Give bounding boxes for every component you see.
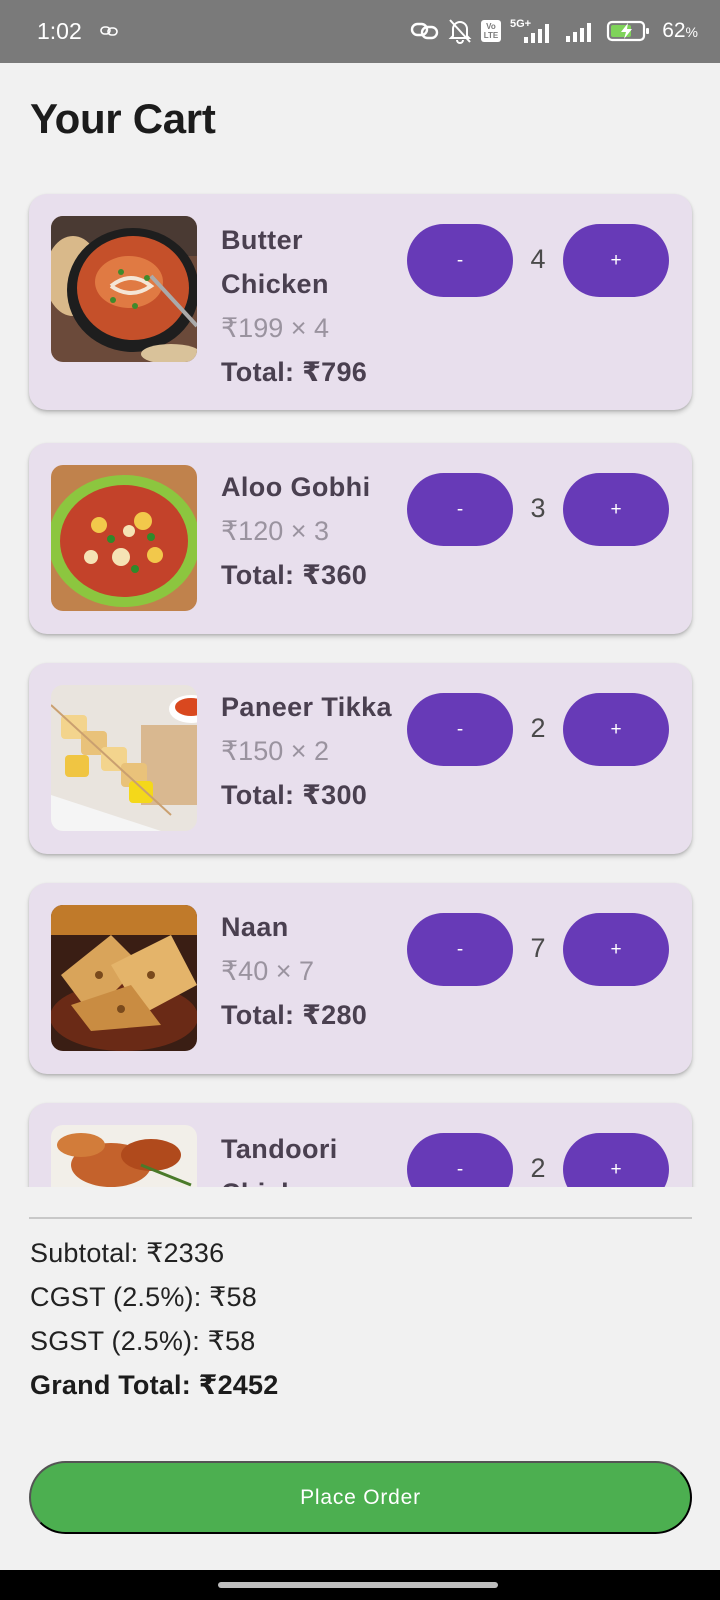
item-total: Total: ₹280 bbox=[221, 1000, 368, 1030]
item-total: Total: ₹360 bbox=[221, 560, 368, 590]
naan-image bbox=[51, 905, 197, 1051]
item-unit-price: ₹199 × 4 bbox=[221, 313, 330, 343]
subtotal-text: Subtotal: ₹2336 bbox=[30, 1238, 225, 1268]
cart-item: Butter Chicken ₹199 × 4 Total: ₹796 - 4 + bbox=[29, 194, 692, 410]
item-info: TandooriChicken bbox=[221, 1127, 411, 1187]
tandoori-chicken-image bbox=[51, 1125, 197, 1187]
sgst-text: SGST (2.5%): ₹58 bbox=[30, 1326, 256, 1356]
svg-text:LTE: LTE bbox=[484, 31, 499, 40]
cart-item: Aloo Gobhi ₹120 × 3 Total: ₹360 - 3 + bbox=[29, 443, 692, 634]
quantity-value: 7 bbox=[530, 933, 546, 963]
increase-quantity-button[interactable]: + bbox=[563, 224, 669, 297]
place-order-button[interactable]: Place Order bbox=[29, 1461, 692, 1534]
quantity-value: 2 bbox=[530, 713, 546, 743]
volte-icon: Vo LTE bbox=[481, 20, 502, 42]
cgst-text: CGST (2.5%): ₹58 bbox=[30, 1282, 257, 1312]
item-unit-price: ₹120 × 3 bbox=[221, 516, 330, 546]
decrease-quantity-button[interactable]: - bbox=[407, 913, 513, 986]
svg-text:Vo: Vo bbox=[486, 22, 496, 31]
decrease-quantity-button[interactable]: - bbox=[407, 224, 513, 297]
item-info: Naan ₹40 × 7 Total: ₹280 bbox=[221, 905, 411, 1037]
decrease-quantity-button[interactable]: - bbox=[407, 1133, 513, 1187]
paneer-tikka-image bbox=[51, 685, 197, 831]
item-info: Paneer Tikka ₹150 × 2 Total: ₹300 bbox=[221, 685, 411, 817]
increase-quantity-button[interactable]: + bbox=[563, 913, 669, 986]
status-icons: Vo LTE 5G+ 62% bbox=[410, 16, 698, 46]
butter-chicken-image bbox=[51, 216, 197, 362]
link-icon bbox=[100, 26, 118, 36]
decrease-quantity-button[interactable]: - bbox=[407, 473, 513, 546]
item-info: Butter Chicken ₹199 × 4 Total: ₹796 bbox=[221, 218, 411, 394]
item-unit-price: ₹150 × 2 bbox=[221, 736, 330, 766]
quantity-value: 2 bbox=[530, 1153, 546, 1183]
navigation-bar bbox=[0, 1570, 720, 1600]
aloo-gobhi-image bbox=[51, 465, 197, 611]
hotspot-link-icon bbox=[410, 22, 439, 40]
svg-text:5G+: 5G+ bbox=[510, 18, 531, 30]
item-name: Aloo Gobhi bbox=[221, 472, 371, 502]
cart-item: TandooriChicken - 2 + bbox=[29, 1103, 692, 1187]
decrease-quantity-button[interactable]: - bbox=[407, 693, 513, 766]
quantity-value: 4 bbox=[530, 244, 546, 274]
item-unit-price: ₹40 × 7 bbox=[221, 956, 314, 986]
item-name: Butter Chicken bbox=[221, 225, 329, 299]
cart-list[interactable]: Butter Chicken ₹199 × 4 Total: ₹796 - 4 +… bbox=[0, 170, 720, 1187]
item-total: Total: ₹796 bbox=[221, 357, 368, 387]
increase-quantity-button[interactable]: + bbox=[563, 1133, 669, 1187]
signal-5g-icon: 5G+ bbox=[510, 18, 550, 43]
summary-divider bbox=[29, 1217, 692, 1219]
item-name: Paneer Tikka bbox=[221, 692, 392, 722]
item-info: Aloo Gobhi ₹120 × 3 Total: ₹360 bbox=[221, 465, 411, 597]
quantity-value: 3 bbox=[530, 493, 546, 523]
page-title: Your Cart bbox=[30, 95, 216, 142]
cart-item: Paneer Tikka ₹150 × 2 Total: ₹300 - 2 + bbox=[29, 663, 692, 854]
signal-icon bbox=[566, 23, 592, 42]
increase-quantity-button[interactable]: + bbox=[563, 693, 669, 766]
item-total: Total: ₹300 bbox=[221, 780, 368, 810]
notifications-off-icon bbox=[448, 19, 472, 44]
grand-total-text: Grand Total: ₹2452 bbox=[30, 1370, 279, 1400]
increase-quantity-button[interactable]: + bbox=[563, 473, 669, 546]
home-gesture-handle[interactable] bbox=[218, 1582, 498, 1588]
item-name: Naan bbox=[221, 912, 289, 942]
status-time: 1:02 bbox=[37, 18, 82, 44]
status-bar: 1:02 Vo LTE 5G+ 62% bbox=[0, 0, 720, 63]
cart-item: Naan ₹40 × 7 Total: ₹280 - 7 + bbox=[29, 883, 692, 1074]
battery-percent: 62% bbox=[662, 19, 698, 42]
battery-charging-icon bbox=[607, 20, 650, 42]
item-name: TandooriChicken bbox=[221, 1134, 338, 1187]
